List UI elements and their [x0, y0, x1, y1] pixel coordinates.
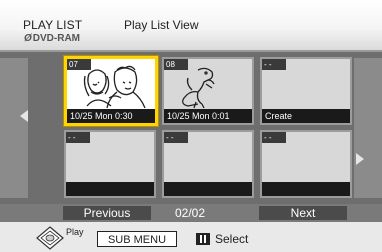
disc-icon: Ø: [24, 33, 32, 44]
tile-caption: [262, 182, 350, 196]
tile-caption: 10/25 Mon 0:01: [164, 109, 252, 123]
tile-caption: 10/25 Mon 0:30: [67, 109, 155, 123]
left-side-panel: [0, 58, 28, 198]
couple-icon: [83, 65, 146, 109]
tile-caption: [66, 182, 154, 196]
button-legend: Play SUB MENU Select: [0, 222, 382, 252]
tile-number: - -: [262, 59, 286, 70]
playlist-tile-08[interactable]: 08 10/25 Mon 0:01: [162, 57, 254, 125]
playlist-tile-empty[interactable]: - -: [162, 130, 254, 198]
playlist-tile-empty[interactable]: - -: [64, 130, 156, 198]
playlist-tile-empty[interactable]: - -: [260, 130, 352, 198]
dpad-enter-icon: [36, 226, 64, 250]
disc-label: DVD-RAM: [32, 33, 80, 44]
right-side-panel: [354, 58, 382, 198]
thumbnail-grid: 07 10/25 Mon 0:30 08 10/25 Mon 0:01 - - …: [0, 52, 382, 204]
tile-number: - -: [164, 132, 188, 143]
page-indicator: 02/02: [174, 206, 206, 220]
previous-button[interactable]: Previous: [63, 206, 151, 220]
view-title: Play List View: [124, 18, 199, 32]
pause-icon: [196, 233, 210, 245]
select-label: Select: [215, 232, 249, 246]
sub-menu-button[interactable]: SUB MENU: [97, 231, 177, 247]
scroll-left-arrow-icon[interactable]: [20, 110, 28, 122]
play-label: Play: [66, 227, 84, 237]
next-button[interactable]: Next: [259, 206, 347, 220]
create-tile[interactable]: - - Create: [260, 57, 352, 125]
disc-type: ØDVD-RAM: [24, 33, 80, 44]
tile-number: - -: [66, 132, 90, 143]
tile-number: - -: [262, 132, 286, 143]
scroll-right-arrow-icon[interactable]: [356, 153, 364, 165]
page-title: PLAY LIST: [23, 18, 83, 32]
dinosaur-icon: [182, 67, 215, 109]
page-navigation: Previous 02/02 Next: [0, 204, 382, 222]
playlist-tile-07[interactable]: 07 10/25 Mon 0:30: [64, 56, 158, 126]
play-list-screen: PLAY LIST Play List View ØDVD-RAM 07 10/…: [0, 0, 382, 252]
tile-caption: [164, 182, 252, 196]
create-label: Create: [262, 109, 350, 123]
